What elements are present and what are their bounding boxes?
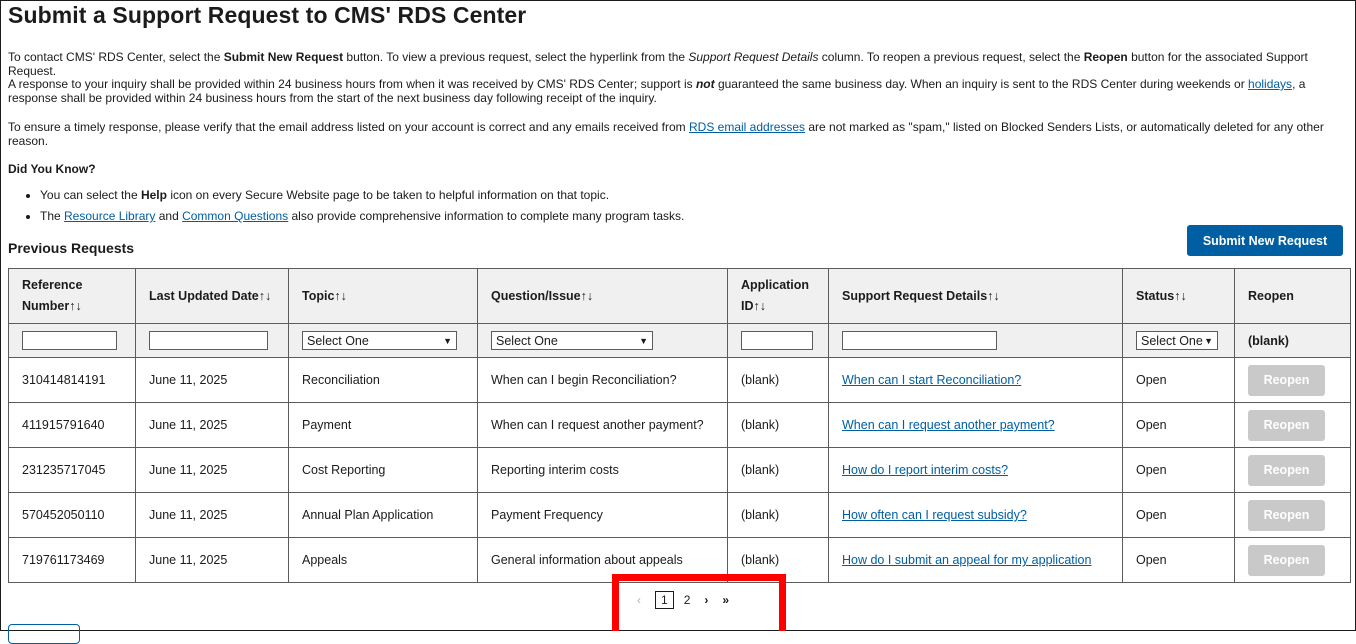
column-header-last-updated-date[interactable]: Last Updated Date↑↓ — [135, 268, 289, 324]
last-updated-date-cell: June 11, 2025 — [135, 447, 289, 493]
table-header-row: Reference Number↑↓ Last Updated Date↑↓ T… — [8, 268, 1351, 324]
reference-number-cell: 310414814191 — [8, 357, 136, 403]
support-request-details-link[interactable]: How often can I request subsidy? — [842, 508, 1027, 522]
table-row: 570452050110 June 11, 2025 Annual Plan A… — [8, 492, 1351, 538]
intro-paragraph-1: To contact CMS' RDS Center, select the S… — [8, 50, 1308, 78]
application-id-cell: (blank) — [727, 402, 829, 448]
column-header-reopen: Reopen — [1234, 268, 1351, 324]
application-id-cell: (blank) — [727, 492, 829, 538]
table-row: 411915791640 June 11, 2025 Payment When … — [8, 402, 1351, 448]
question-cell: Reporting interim costs — [477, 447, 728, 493]
did-you-know-list: You can select the Help icon on every Se… — [22, 185, 684, 227]
reopen-filter-blank: (blank) — [1234, 323, 1351, 358]
table-row: 231235717045 June 11, 2025 Cost Reportin… — [8, 447, 1351, 493]
application-id-cell: (blank) — [727, 357, 829, 403]
last-updated-date-filter-input[interactable] — [149, 331, 268, 350]
sort-icon[interactable]: ↑↓ — [259, 289, 272, 303]
list-item: You can select the Help icon on every Se… — [40, 185, 684, 206]
column-header-status[interactable]: Status↑↓ — [1122, 268, 1235, 324]
status-cell: Open — [1122, 492, 1235, 538]
reference-number-cell: 411915791640 — [8, 402, 136, 448]
reference-number-filter-input[interactable] — [22, 331, 117, 350]
reopen-button[interactable]: Reopen — [1248, 364, 1325, 396]
topic-cell: Annual Plan Application — [288, 492, 478, 538]
last-page-icon[interactable]: » — [722, 593, 729, 607]
list-item: The Resource Library and Common Question… — [40, 206, 684, 227]
intro-paragraph-2: A response to your inquiry shall be prov… — [8, 77, 1306, 105]
previous-requests-heading: Previous Requests — [8, 240, 135, 256]
previous-page-icon[interactable]: ‹ — [637, 593, 641, 607]
reference-number-cell: 231235717045 — [8, 447, 136, 493]
status-cell: Open — [1122, 402, 1235, 448]
submit-new-request-button[interactable]: Submit New Request — [1187, 225, 1343, 256]
column-header-question-issue[interactable]: Question/Issue↑↓ — [477, 268, 728, 324]
pagination: ‹ 1 2 › » — [637, 591, 743, 609]
resource-library-link[interactable]: Resource Library — [64, 209, 155, 223]
topic-cell: Payment — [288, 402, 478, 448]
support-request-details-link[interactable]: When can I request another payment? — [842, 418, 1055, 432]
application-id-filter-input[interactable] — [741, 331, 813, 350]
reopen-button[interactable]: Reopen — [1248, 544, 1325, 576]
reference-number-cell: 570452050110 — [8, 492, 136, 538]
question-cell: Payment Frequency — [477, 492, 728, 538]
page-1-button[interactable]: 1 — [655, 591, 674, 609]
requests-table: Reference Number↑↓ Last Updated Date↑↓ T… — [8, 268, 1351, 583]
holidays-link[interactable]: holidays — [1248, 77, 1292, 91]
last-updated-date-cell: June 11, 2025 — [135, 402, 289, 448]
reopen-button[interactable]: Reopen — [1248, 454, 1325, 486]
sort-icon[interactable]: ↑↓ — [334, 289, 347, 303]
last-updated-date-cell: June 11, 2025 — [135, 537, 289, 583]
bottom-button[interactable] — [8, 624, 80, 644]
status-cell: Open — [1122, 537, 1235, 583]
question-cell: When can I begin Reconciliation? — [477, 357, 728, 403]
chevron-down-icon: ▼ — [1204, 335, 1213, 346]
page-title: Submit a Support Request to CMS' RDS Cen… — [8, 2, 527, 28]
rds-email-addresses-link[interactable]: RDS email addresses — [689, 120, 805, 134]
question-cell: When can I request another payment? — [477, 402, 728, 448]
last-updated-date-cell: June 11, 2025 — [135, 357, 289, 403]
table-filter-row: Select One ▼ Select One ▼ Select One ▼ (bla… — [8, 323, 1351, 358]
topic-cell: Reconciliation — [288, 357, 478, 403]
column-header-support-request-details[interactable]: Support Request Details↑↓ — [828, 268, 1123, 324]
table-row: 310414814191 June 11, 2025 Reconciliatio… — [8, 357, 1351, 403]
topic-filter-select[interactable]: Select One ▼ — [302, 331, 457, 350]
sort-icon[interactable]: ↑↓ — [754, 299, 767, 313]
reopen-button[interactable]: Reopen — [1248, 499, 1325, 531]
common-questions-link[interactable]: Common Questions — [182, 209, 288, 223]
sort-icon[interactable]: ↑↓ — [69, 299, 82, 313]
last-updated-date-cell: June 11, 2025 — [135, 492, 289, 538]
topic-cell: Appeals — [288, 537, 478, 583]
column-header-topic[interactable]: Topic↑↓ — [288, 268, 478, 324]
support-request-details-link[interactable]: How do I report interim costs? — [842, 463, 1008, 477]
topic-cell: Cost Reporting — [288, 447, 478, 493]
status-cell: Open — [1122, 357, 1235, 403]
reference-number-cell: 719761173469 — [8, 537, 136, 583]
reopen-button[interactable]: Reopen — [1248, 409, 1325, 441]
application-id-cell: (blank) — [727, 447, 829, 493]
intro-paragraph-3: To ensure a timely response, please veri… — [8, 120, 1324, 148]
sort-icon[interactable]: ↑↓ — [581, 289, 594, 303]
page-2-button[interactable]: 2 — [684, 593, 691, 607]
support-request-details-filter-input[interactable] — [842, 331, 997, 350]
column-header-application-id[interactable]: Application ID↑↓ — [727, 268, 829, 324]
support-request-details-link[interactable]: When can I start Reconciliation? — [842, 373, 1021, 387]
next-page-icon[interactable]: › — [704, 593, 708, 607]
sort-icon[interactable]: ↑↓ — [987, 289, 1000, 303]
column-header-reference-number[interactable]: Reference Number↑↓ — [8, 268, 136, 324]
chevron-down-icon: ▼ — [639, 335, 648, 346]
status-cell: Open — [1122, 447, 1235, 493]
did-you-know-heading: Did You Know? — [8, 162, 96, 176]
status-filter-select[interactable]: Select One ▼ — [1136, 331, 1218, 350]
chevron-down-icon: ▼ — [443, 335, 452, 346]
sort-icon[interactable]: ↑↓ — [1174, 289, 1187, 303]
support-request-details-link[interactable]: How do I submit an appeal for my applica… — [842, 553, 1091, 567]
question-filter-select[interactable]: Select One ▼ — [491, 331, 653, 350]
